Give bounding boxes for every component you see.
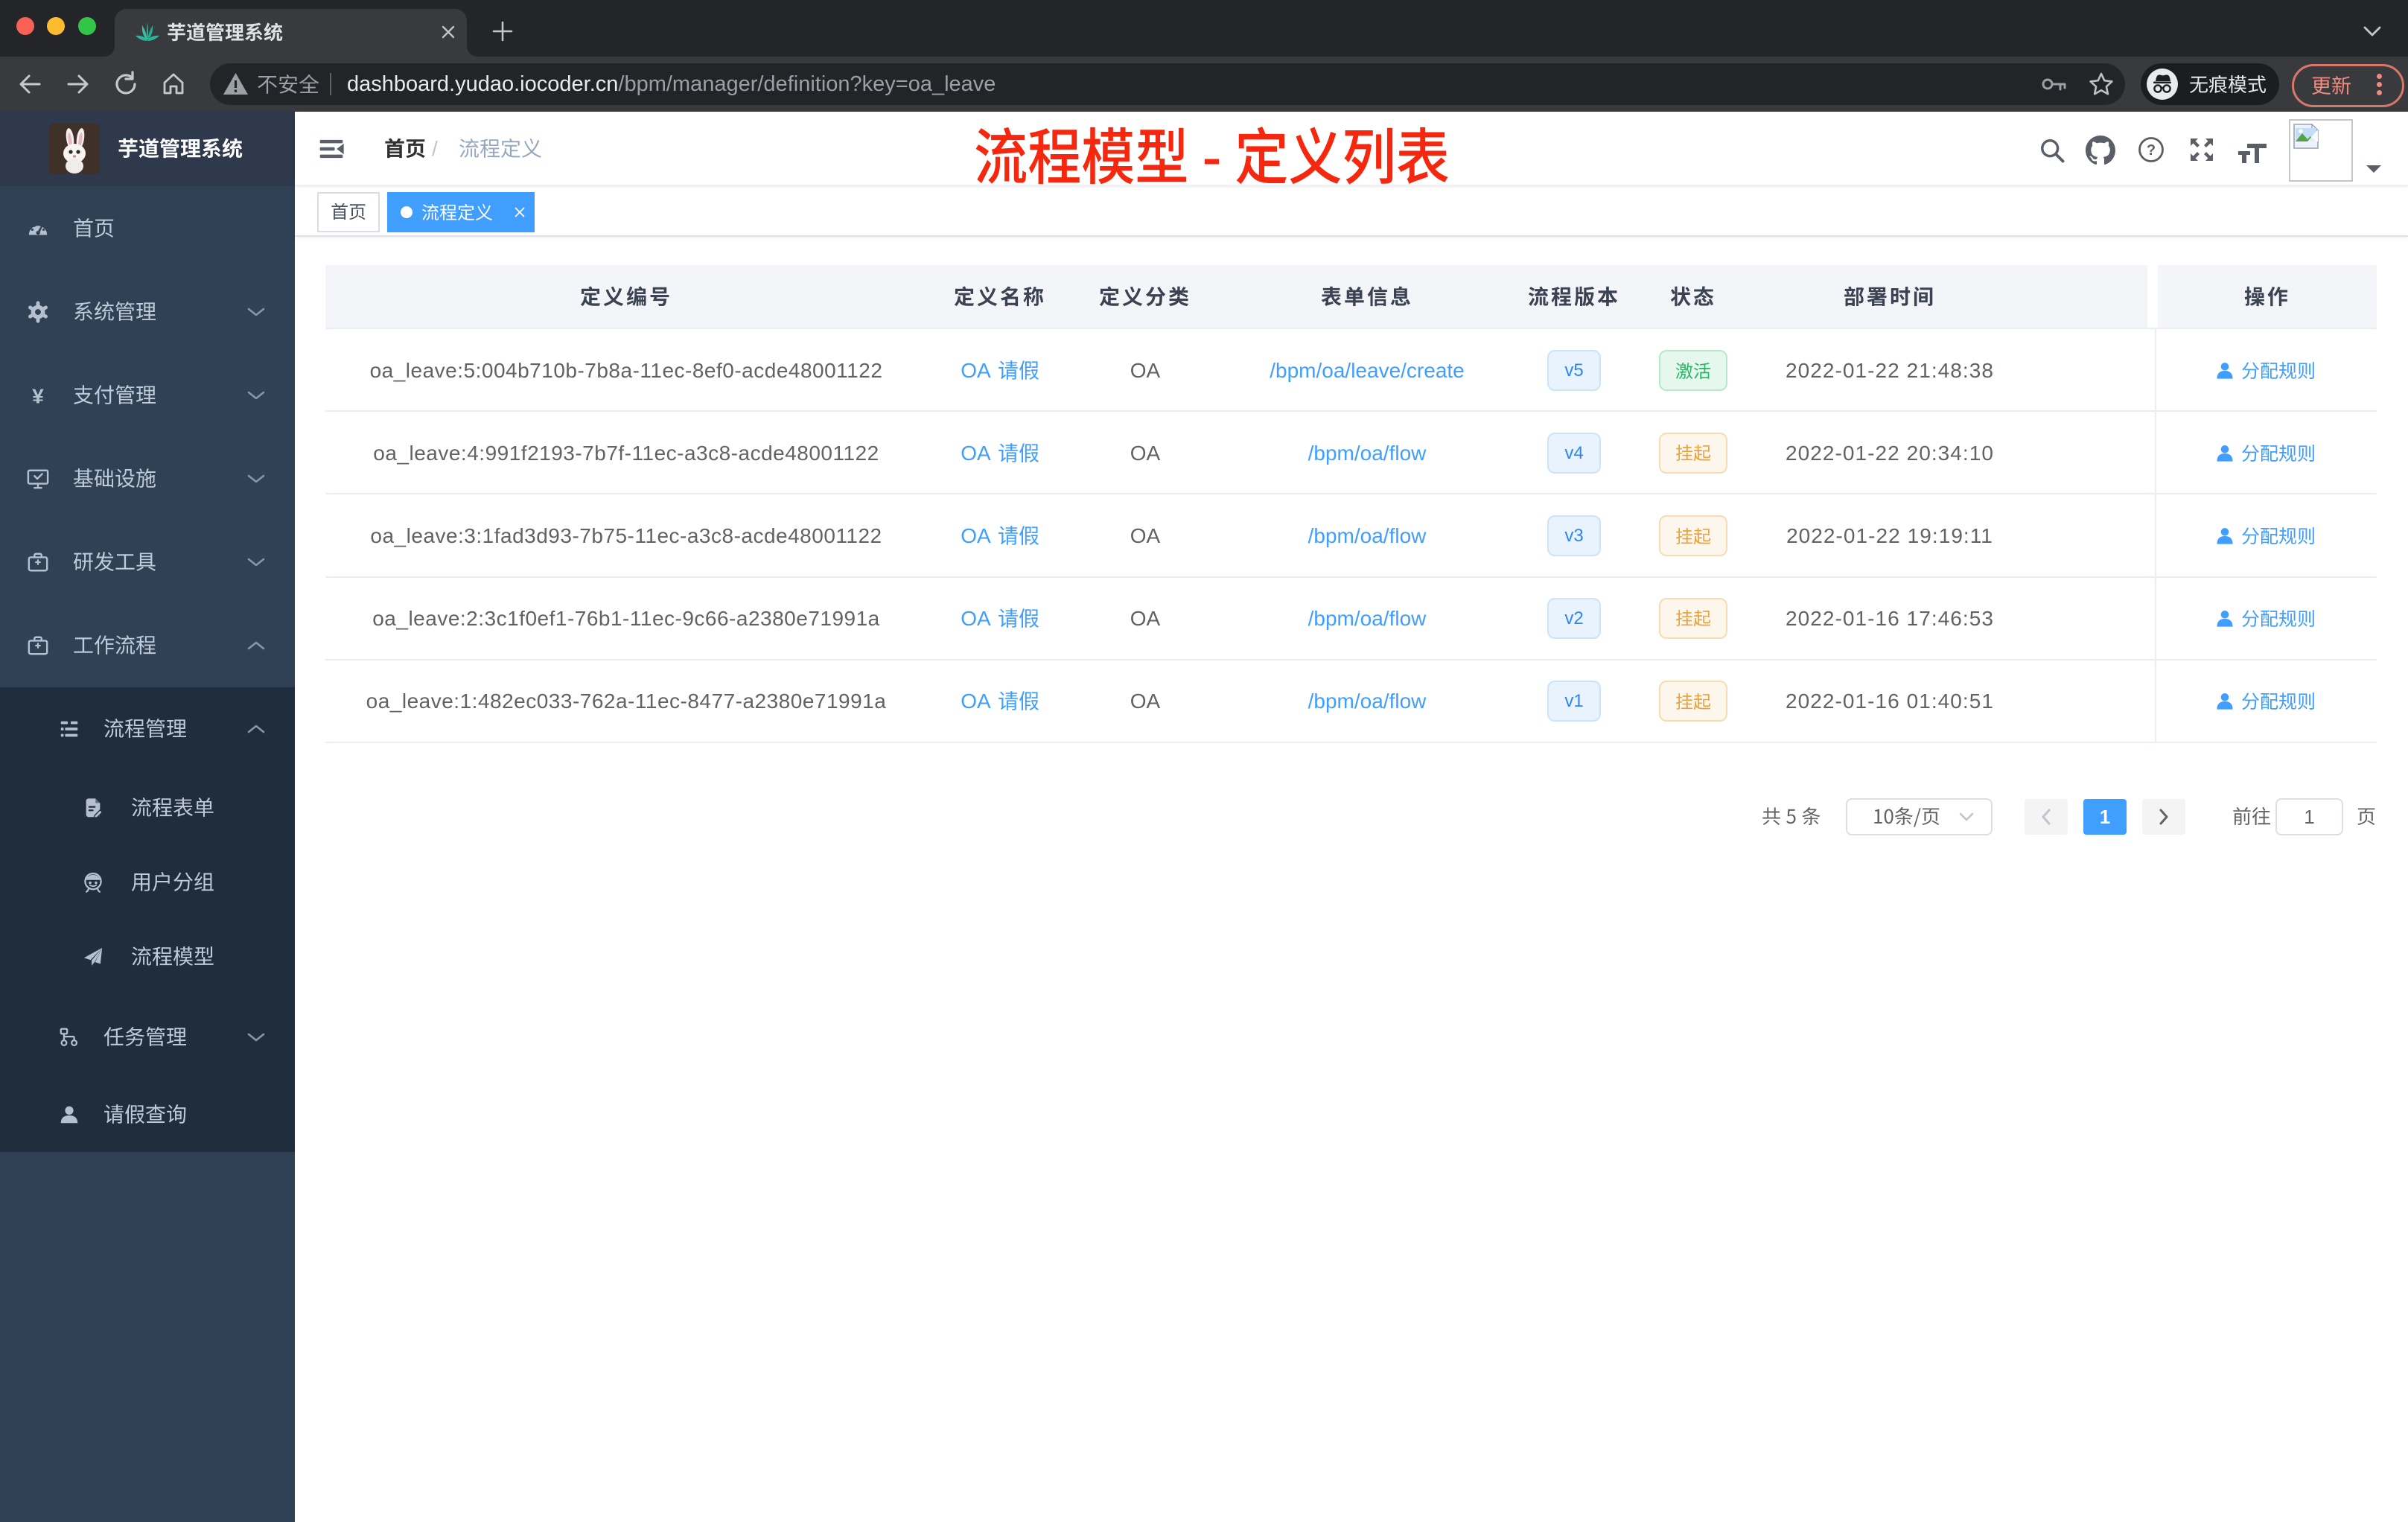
svg-text:¥: ¥	[32, 384, 44, 407]
svg-text:?: ?	[2147, 142, 2156, 159]
